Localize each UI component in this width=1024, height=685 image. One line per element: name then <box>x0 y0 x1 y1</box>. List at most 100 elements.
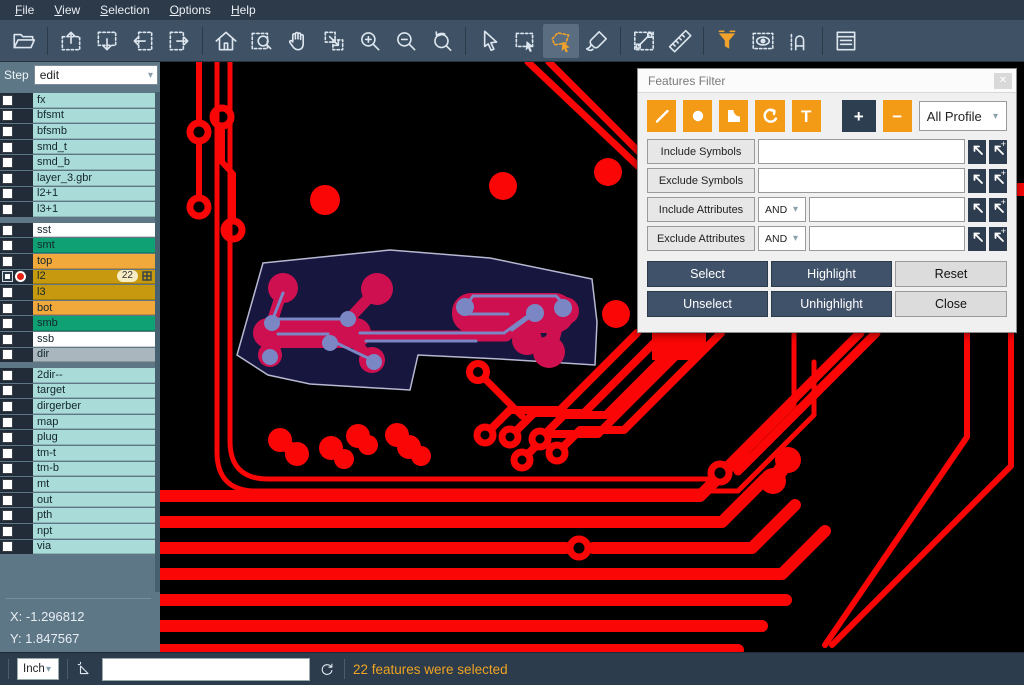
layer-name-cell[interactable]: smd_t <box>33 140 155 155</box>
layer-name-cell[interactable]: tm-t <box>33 446 155 461</box>
measure-line-button[interactable] <box>626 24 662 58</box>
pan-left-button[interactable] <box>125 24 161 58</box>
layer-checkbox-smt[interactable] <box>2 240 13 251</box>
include-attributes-operator-select[interactable]: AND▾ <box>758 197 806 222</box>
layer-checkbox-ssb[interactable] <box>2 334 13 345</box>
layer-name-cell[interactable]: npt <box>33 524 155 539</box>
layer-checkbox-via[interactable] <box>2 541 13 552</box>
layer-row-smb[interactable]: smb <box>0 316 155 331</box>
layer-row-layer_3.gbr[interactable]: layer_3.gbr <box>0 171 155 186</box>
layer-row-plug[interactable]: plug <box>0 430 155 445</box>
close-icon[interactable]: ✕ <box>994 73 1012 89</box>
exclude-symbols-pick-add-button[interactable]: + <box>989 169 1007 193</box>
layer-checkbox-l3[interactable] <box>2 287 13 298</box>
layer-name-cell[interactable]: map <box>33 415 155 430</box>
layer-checkbox-map[interactable] <box>2 417 13 428</box>
layer-name-cell[interactable]: mt <box>33 477 155 492</box>
layer-name-cell[interactable]: tm-b <box>33 462 155 477</box>
exclude-attributes-button[interactable]: Exclude Attributes <box>647 226 755 251</box>
layer-name-cell[interactable]: sst <box>33 223 155 238</box>
layer-checkbox-l2[interactable] <box>2 271 13 282</box>
pan-right-button[interactable] <box>161 24 197 58</box>
include-attributes-pick-add-button[interactable]: + <box>989 198 1007 222</box>
include-symbols-button[interactable]: Include Symbols <box>647 139 755 164</box>
text-feature-button[interactable]: T <box>792 100 821 132</box>
exclude-symbols-input[interactable] <box>758 168 965 193</box>
layer-row-smt[interactable]: smt <box>0 238 155 253</box>
layer-row-out[interactable]: out <box>0 493 155 508</box>
layer-checkbox-top[interactable] <box>2 256 13 267</box>
layer-row-via[interactable]: via <box>0 540 155 555</box>
layer-name-cell[interactable]: smt <box>33 238 155 253</box>
snap-magnet-button[interactable] <box>781 24 817 58</box>
corner-angle-icon[interactable] <box>76 660 94 678</box>
include-attributes-button[interactable]: Include Attributes <box>647 197 755 222</box>
layer-name-cell[interactable]: l3+1 <box>33 202 155 217</box>
line-feature-button[interactable] <box>647 100 676 132</box>
layer-checkbox-l2+1[interactable] <box>2 188 13 199</box>
layer-row-tm-t[interactable]: tm-t <box>0 446 155 461</box>
layer-name-cell[interactable]: l222 <box>33 270 155 285</box>
layer-row-tm-b[interactable]: tm-b <box>0 462 155 477</box>
dialog-title-bar[interactable]: Features Filter ✕ <box>638 69 1016 93</box>
menu-selection[interactable]: Selection <box>91 1 158 19</box>
layer-row-pth[interactable]: pth <box>0 508 155 523</box>
command-input[interactable] <box>102 658 310 681</box>
menu-options[interactable]: Options <box>161 1 220 19</box>
layer-name-cell[interactable]: fx <box>33 93 155 108</box>
exclude-attributes-pick-add-button[interactable]: + <box>989 227 1007 251</box>
units-select[interactable]: Inch ▾ <box>17 658 59 680</box>
reset-button[interactable]: Reset <box>895 261 1007 287</box>
exclude-symbols-pick-button[interactable] <box>968 169 986 193</box>
sidebar-scrollbar[interactable] <box>155 92 160 592</box>
exclude-attributes-pick-button[interactable] <box>968 227 986 251</box>
layer-name-cell[interactable]: bfsmt <box>33 109 155 124</box>
surface-feature-button[interactable] <box>719 100 748 132</box>
zoom-in-button[interactable] <box>352 24 388 58</box>
layer-name-cell[interactable]: dirgerber <box>33 399 155 414</box>
grid-table-icon[interactable] <box>142 271 152 281</box>
layer-row-npt[interactable]: npt <box>0 524 155 539</box>
include-symbols-pick-add-button[interactable]: + <box>989 140 1007 164</box>
layer-checkbox-npt[interactable] <box>2 526 13 537</box>
layer-row-l2[interactable]: l222 <box>0 270 155 285</box>
layer-row-map[interactable]: map <box>0 415 155 430</box>
layer-name-cell[interactable]: l3 <box>33 285 155 300</box>
layer-row-fx[interactable]: fx <box>0 93 155 108</box>
layer-name-cell[interactable]: via <box>33 540 155 555</box>
layer-checkbox-dir[interactable] <box>2 349 13 360</box>
clear-highlight-brush-button[interactable] <box>579 24 615 58</box>
zoom-window-button[interactable] <box>244 24 280 58</box>
layer-row-l3[interactable]: l3 <box>0 285 155 300</box>
select-rectangle-button[interactable] <box>507 24 543 58</box>
select-button[interactable]: Select <box>647 261 768 287</box>
layer-row-target[interactable]: target <box>0 384 155 399</box>
select-polygon-button[interactable] <box>543 24 579 58</box>
layer-checkbox-sst[interactable] <box>2 225 13 236</box>
view-options-eye-button[interactable] <box>745 24 781 58</box>
layer-checkbox-2dir--[interactable] <box>2 370 13 381</box>
menu-view[interactable]: View <box>45 1 89 19</box>
layer-checkbox-plug[interactable] <box>2 432 13 443</box>
pan-hand-button[interactable] <box>280 24 316 58</box>
step-select[interactable]: edit ▾ <box>34 65 158 85</box>
menu-help[interactable]: Help <box>222 1 265 19</box>
layer-row-dir[interactable]: dir <box>0 348 155 363</box>
layer-name-cell[interactable]: l2+1 <box>33 187 155 202</box>
layer-row-sst[interactable]: sst <box>0 223 155 238</box>
layer-checkbox-smd_b[interactable] <box>2 157 13 168</box>
layer-row-dirgerber[interactable]: dirgerber <box>0 399 155 414</box>
layer-checkbox-dirgerber[interactable] <box>2 401 13 412</box>
layer-name-cell[interactable]: dir <box>33 348 155 363</box>
layer-name-cell[interactable]: bot <box>33 301 155 316</box>
layer-checkbox-smd_t[interactable] <box>2 142 13 153</box>
layer-name-cell[interactable]: smb <box>33 316 155 331</box>
refresh-icon[interactable] <box>318 660 336 678</box>
exclude-attributes-input[interactable] <box>809 226 965 251</box>
layer-checkbox-tm-b[interactable] <box>2 463 13 474</box>
layer-name-cell[interactable]: pth <box>33 508 155 523</box>
layer-row-top[interactable]: top <box>0 254 155 269</box>
layer-row-bfsmb[interactable]: bfsmb <box>0 124 155 139</box>
layer-checkbox-mt[interactable] <box>2 479 13 490</box>
layer-row-bfsmt[interactable]: bfsmt <box>0 109 155 124</box>
